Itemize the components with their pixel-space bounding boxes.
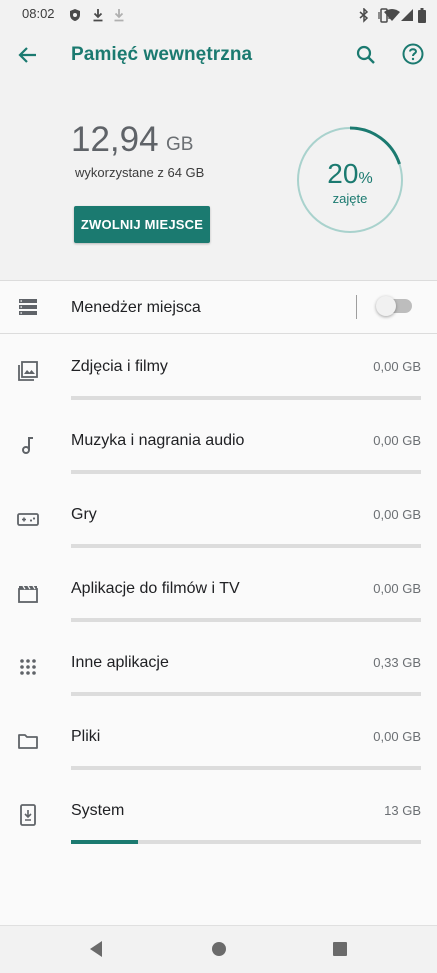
- help-icon[interactable]: [401, 42, 425, 66]
- bluetooth-icon: [359, 8, 369, 23]
- category-row-movies[interactable]: Aplikacje do filmów i TV 0,00 GB: [0, 565, 437, 639]
- category-row-music[interactable]: Muzyka i nagrania audio 0,00 GB: [0, 417, 437, 491]
- category-size: 0,33 GB: [373, 655, 421, 670]
- storage-manager-row[interactable]: Menedżer miejsca: [0, 281, 437, 333]
- category-bar: [71, 470, 421, 474]
- category-bar: [71, 396, 421, 400]
- shield-notification-icon: [70, 9, 80, 21]
- category-bar: [71, 692, 421, 696]
- category-row-files[interactable]: Pliki 0,00 GB: [0, 713, 437, 787]
- page-title: Pamięć wewnętrzna: [71, 44, 253, 65]
- free-up-space-button[interactable]: ZWOLNIJ MIEJSCE: [74, 206, 210, 243]
- usage-percent-label: zajęte: [332, 191, 368, 206]
- storage-manager-toggle[interactable]: [376, 296, 412, 316]
- nav-back-icon[interactable]: [87, 939, 105, 959]
- used-caption: wykorzystane z 64 GB: [75, 165, 205, 180]
- download-icon: [93, 9, 103, 22]
- folder-icon: [18, 734, 38, 749]
- usage-percent-value: 20: [327, 158, 359, 189]
- usage-percent: 20%: [295, 158, 405, 190]
- app-bar: Pamięć wewnętrzna: [0, 30, 437, 80]
- category-label: Zdjęcia i filmy: [71, 358, 168, 375]
- category-label: System: [71, 802, 125, 819]
- category-bar: [71, 840, 421, 844]
- wifi-icon: [384, 9, 400, 21]
- storage-summary: 12,94 GB wykorzystane z 64 GB ZWOLNIJ MI…: [0, 80, 437, 280]
- photo-icon: [18, 361, 38, 381]
- gamepad-icon: [17, 513, 39, 526]
- arrow-back-icon[interactable]: [16, 43, 40, 67]
- category-size: 0,00 GB: [373, 729, 421, 744]
- usage-ring: 20% zajęte: [295, 125, 405, 235]
- storage-manager-label: Menedżer miejsca: [71, 299, 201, 316]
- category-bar: [71, 766, 421, 770]
- category-label: Gry: [71, 506, 97, 523]
- nav-home-icon[interactable]: [210, 939, 228, 959]
- used-value: 12,94: [71, 120, 159, 159]
- category-size: 0,00 GB: [373, 581, 421, 596]
- category-bar: [71, 618, 421, 622]
- usage-percent-sign: %: [358, 170, 373, 187]
- navigation-bar: [0, 925, 437, 973]
- storage-icon: [19, 299, 37, 315]
- system-update-icon: [20, 804, 36, 826]
- category-label: Inne aplikacje: [71, 654, 169, 671]
- category-size: 13 GB: [384, 803, 421, 818]
- category-row-games[interactable]: Gry 0,00 GB: [0, 491, 437, 565]
- nav-recents-icon[interactable]: [331, 939, 349, 959]
- music-note-icon: [22, 437, 33, 454]
- movie-icon: [18, 585, 38, 603]
- category-size: 0,00 GB: [373, 433, 421, 448]
- divider: [0, 333, 437, 334]
- signal-icon: [401, 9, 413, 21]
- battery-icon: [418, 8, 426, 23]
- used-unit: GB: [166, 134, 194, 155]
- category-bar-fill: [71, 840, 138, 844]
- category-row-other-apps[interactable]: Inne aplikacje 0,33 GB: [0, 639, 437, 713]
- apps-grid-icon: [20, 659, 36, 675]
- search-icon[interactable]: [354, 43, 378, 67]
- status-bar: 08:02: [0, 0, 437, 30]
- download-done-icon: [114, 9, 124, 22]
- category-label: Aplikacje do filmów i TV: [71, 580, 240, 597]
- category-size: 0,00 GB: [373, 359, 421, 374]
- row-separator: [356, 295, 357, 319]
- status-time: 08:02: [22, 6, 55, 21]
- category-size: 0,00 GB: [373, 507, 421, 522]
- category-row-system[interactable]: System 13 GB: [0, 787, 437, 861]
- toggle-knob: [376, 296, 396, 316]
- category-label: Pliki: [71, 728, 101, 745]
- category-label: Muzyka i nagrania audio: [71, 432, 245, 449]
- category-bar: [71, 544, 421, 548]
- category-row-photos[interactable]: Zdjęcia i filmy 0,00 GB: [0, 343, 437, 417]
